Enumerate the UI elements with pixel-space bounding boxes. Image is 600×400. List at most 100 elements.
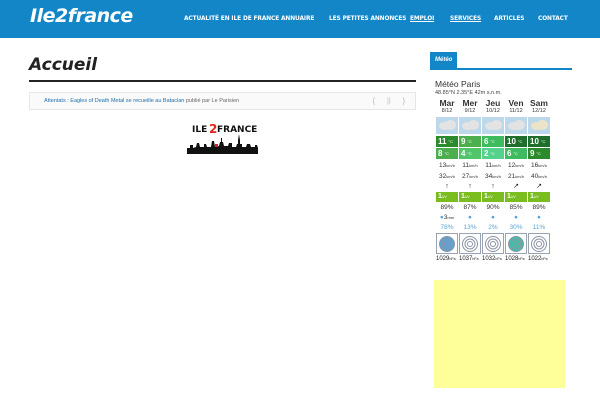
uv-index: 1UV — [436, 192, 458, 202]
day-name: Jeu — [485, 98, 501, 108]
pressure: 1029hPa — [436, 256, 456, 262]
humidity: 89% — [532, 204, 546, 211]
nav-petites-annonces[interactable]: LES PETITES ANNONCES — [329, 14, 406, 22]
humidity: 89% — [440, 204, 454, 211]
wind-direction-icon: ↗ — [513, 183, 519, 190]
wind-speed: 11km/h — [462, 162, 478, 169]
page-title: Accueil — [29, 55, 98, 75]
wind-gust: 21km/h — [508, 173, 524, 180]
nav-annuaire[interactable]: ANNUAIRE — [281, 14, 314, 22]
precipitation-probability: 78% — [440, 224, 454, 231]
ticker-next-button[interactable]: ⟩ — [402, 97, 406, 106]
day-date: 11/12 — [509, 108, 523, 114]
header-bar: Ile2france ACTUALITÉ EN ILE DE FRANCE AN… — [0, 0, 600, 38]
advertisement-box[interactable] — [434, 280, 565, 388]
max-temperature: 10 °C — [505, 136, 527, 147]
day-name: Sam — [530, 98, 548, 108]
wind-gust: 32km/h — [439, 173, 455, 180]
wind-direction-icon: ↗ — [536, 183, 542, 190]
max-temperature: 9 °C — [459, 136, 481, 147]
min-temperature: 4 °C — [459, 148, 481, 159]
main-nav: ACTUALITÉ EN ILE DE FRANCE ANNUAIRE LES … — [0, 14, 600, 26]
humidity: 90% — [486, 204, 500, 211]
pressure: 1022hPa — [528, 256, 548, 262]
min-temperature: 8 °C — [436, 148, 458, 159]
max-temperature: 10 °C — [528, 136, 550, 147]
precipitation: ●3mm — [439, 214, 455, 221]
uv-index: 1UV — [482, 192, 504, 202]
cloudy-weather-icon — [436, 117, 458, 134]
logo-text-france: FRANCE — [217, 125, 257, 135]
precipitation-probability: 11% — [532, 224, 546, 231]
wind-direction-icon: ↑ — [445, 183, 449, 190]
title-divider — [29, 80, 416, 82]
wind-gust: 40km/h — [531, 173, 547, 180]
nav-articles[interactable]: ARTICLES — [494, 14, 524, 22]
wind-speed: 13km/h — [439, 162, 455, 169]
nav-contact[interactable]: CONTACT — [538, 14, 568, 22]
pressure-map-icon — [459, 233, 481, 254]
pressure-map-icon — [528, 233, 550, 254]
max-temperature: 6 °C — [482, 136, 504, 147]
day-date: 9/12 — [464, 108, 476, 114]
ile2france-logo-image: ILE 2 FRANCE — [187, 122, 258, 154]
pressure-map-icon — [482, 233, 504, 254]
day-date: 8/12 — [441, 108, 453, 114]
raindrop-icon: ● — [514, 214, 518, 221]
day-name: Mer — [462, 98, 478, 108]
raindrop-icon: ● — [468, 214, 472, 221]
meteo-tab[interactable]: Météo — [430, 52, 458, 69]
weather-title: Météo Paris — [435, 79, 481, 89]
uv-index: 1UV — [459, 192, 481, 202]
ticker-pause-button[interactable]: || — [387, 97, 391, 106]
nav-actualite[interactable]: ACTUALITÉ EN ILE DE FRANCE — [184, 14, 279, 22]
ticker-source: publié par Le Parisien — [185, 98, 240, 104]
precipitation-probability: 2% — [488, 224, 498, 231]
nav-services[interactable]: SERVICES — [450, 14, 481, 22]
pressure: 1032hPa — [482, 256, 502, 262]
cloudy-weather-icon — [459, 117, 481, 134]
wind-gust: 34km/h — [485, 173, 501, 180]
nav-emploi[interactable]: EMPLOI — [410, 14, 434, 22]
min-temperature: 6 °C — [505, 148, 527, 159]
news-ticker: Attentats : Eagles of Death Metal se rec… — [29, 92, 416, 110]
precipitation-probability: 13% — [463, 224, 477, 231]
pressure: 1037hPa — [459, 256, 479, 262]
pressure-map-icon — [505, 233, 527, 254]
wind-speed: 16km/h — [531, 162, 547, 169]
uv-index: 1UV — [505, 192, 527, 202]
ticker-prev-button[interactable]: ⟨ — [372, 97, 376, 106]
day-date: 10/12 — [486, 108, 500, 114]
ticker-item: Attentats : Eagles of Death Metal se rec… — [44, 98, 239, 104]
precipitation: ● — [505, 214, 527, 221]
wind-direction-icon: ↑ — [468, 183, 472, 190]
weather-coordinates: 48.85°N 2.35°E 42m s.n.m. — [435, 90, 502, 96]
precipitation: ● — [459, 214, 481, 221]
wind-gust: 27km/h — [462, 173, 478, 180]
day-name: Ven — [508, 98, 524, 108]
day-name: Mar — [439, 98, 455, 108]
min-temperature: 2 °C — [482, 148, 504, 159]
cloudy-weather-icon — [528, 117, 550, 134]
precipitation: ● — [482, 214, 504, 221]
wind-direction-icon: ↑ — [491, 183, 495, 190]
wind-speed: 11km/h — [485, 162, 501, 169]
humidity: 87% — [463, 204, 477, 211]
pressure-map-icon — [436, 233, 458, 254]
ticker-link[interactable]: Attentats : Eagles of Death Metal se rec… — [44, 98, 184, 104]
logo-text-ile: ILE — [192, 125, 207, 135]
cloudy-weather-icon — [482, 117, 504, 134]
pressure: 1028hPa — [505, 256, 525, 262]
max-temperature: 11 °C — [436, 136, 458, 147]
precipitation: ● — [528, 214, 550, 221]
cloudy-weather-icon — [505, 117, 527, 134]
humidity: 85% — [509, 204, 523, 211]
day-date: 12/12 — [532, 108, 546, 114]
wind-speed: 12km/h — [508, 162, 524, 169]
raindrop-icon: ● — [491, 214, 495, 221]
uv-index: 1UV — [528, 192, 550, 202]
meteo-tab-divider — [430, 68, 572, 70]
min-temperature: 9 °C — [528, 148, 550, 159]
precipitation-probability: 30% — [509, 224, 523, 231]
raindrop-icon: ● — [537, 214, 541, 221]
